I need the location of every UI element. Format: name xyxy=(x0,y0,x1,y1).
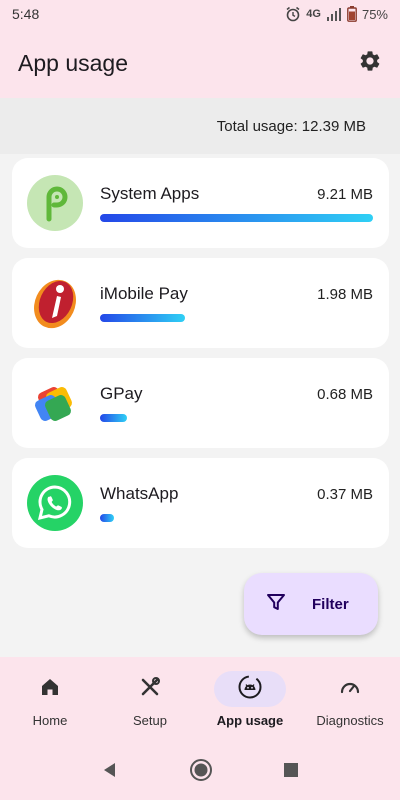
status-time: 5:48 xyxy=(12,6,40,22)
app-card-gpay[interactable]: GPay 0.68 MB xyxy=(12,358,389,448)
app-name: WhatsApp xyxy=(100,484,179,503)
nav-item-diagnostics[interactable]: Diagnostics xyxy=(300,657,400,745)
status-icons: 4G 75% xyxy=(285,6,388,22)
android-pie-icon xyxy=(26,174,84,232)
nav-label: Diagnostics xyxy=(316,713,384,728)
app-card-system-apps[interactable]: System Apps 9.21 MB xyxy=(12,158,389,248)
whatsapp-icon xyxy=(26,474,84,532)
app-size: 0.68 MB xyxy=(317,386,373,403)
nav-label: App usage xyxy=(216,713,284,728)
usage-bar xyxy=(100,514,373,522)
back-button[interactable] xyxy=(101,761,119,784)
android-icon xyxy=(237,674,263,705)
speedometer-icon xyxy=(338,675,362,704)
nav-item-home[interactable]: Home xyxy=(0,657,100,745)
battery-percent: 75% xyxy=(361,6,388,22)
usage-bar-fill xyxy=(100,314,185,322)
nav-item-app-usage[interactable]: App usage xyxy=(200,657,300,745)
gear-icon xyxy=(358,49,382,78)
nav-item-setup[interactable]: Setup xyxy=(100,657,200,745)
app-usage-list: System Apps 9.21 MB iMobile Pay 1.98 MB xyxy=(12,158,389,558)
usage-bar-fill xyxy=(100,214,373,222)
home-button[interactable] xyxy=(189,758,213,787)
app-name: System Apps xyxy=(100,184,200,203)
app-card-imobile-pay[interactable]: iMobile Pay 1.98 MB xyxy=(12,258,389,348)
network-4g-icon: 4G xyxy=(306,8,321,20)
usage-bar xyxy=(100,314,373,322)
icici-imobile-icon xyxy=(26,274,84,332)
google-pay-icon xyxy=(26,374,84,432)
usage-bar-fill xyxy=(100,414,128,422)
bottom-navigation: Home Setup App usage Diagnostics xyxy=(0,657,400,745)
app-size: 0.37 MB xyxy=(317,486,373,503)
app-bar: App usage xyxy=(0,28,400,98)
filter-label: Filter xyxy=(312,595,349,613)
status-bar: 5:48 4G 75% xyxy=(0,0,400,28)
filter-icon xyxy=(266,592,286,617)
battery-icon xyxy=(347,6,357,22)
usage-bar-fill xyxy=(100,514,114,522)
app-card-whatsapp[interactable]: WhatsApp 0.37 MB xyxy=(12,458,389,548)
nav-label: Home xyxy=(32,713,68,728)
total-usage-label: Total usage: 12.39 MB xyxy=(216,117,366,135)
app-size: 9.21 MB xyxy=(317,186,373,203)
app-size: 1.98 MB xyxy=(317,286,373,303)
home-circle-icon xyxy=(189,758,213,787)
app-name: iMobile Pay xyxy=(100,284,188,303)
home-icon xyxy=(39,676,61,703)
alarm-icon xyxy=(285,6,301,22)
settings-button[interactable] xyxy=(356,49,384,77)
recents-icon xyxy=(283,762,299,783)
filter-button[interactable]: Filter xyxy=(244,573,378,635)
recents-button[interactable] xyxy=(283,762,299,783)
signal-icon xyxy=(326,7,342,21)
system-navigation xyxy=(0,745,400,800)
total-usage-bar: Total usage: 12.39 MB xyxy=(0,98,400,154)
usage-bar xyxy=(100,214,373,222)
app-name: GPay xyxy=(100,384,143,403)
back-icon xyxy=(101,761,119,784)
page-title: App usage xyxy=(18,49,128,76)
usage-bar xyxy=(100,414,373,422)
tools-icon xyxy=(139,676,161,703)
nav-label: Setup xyxy=(133,713,167,728)
